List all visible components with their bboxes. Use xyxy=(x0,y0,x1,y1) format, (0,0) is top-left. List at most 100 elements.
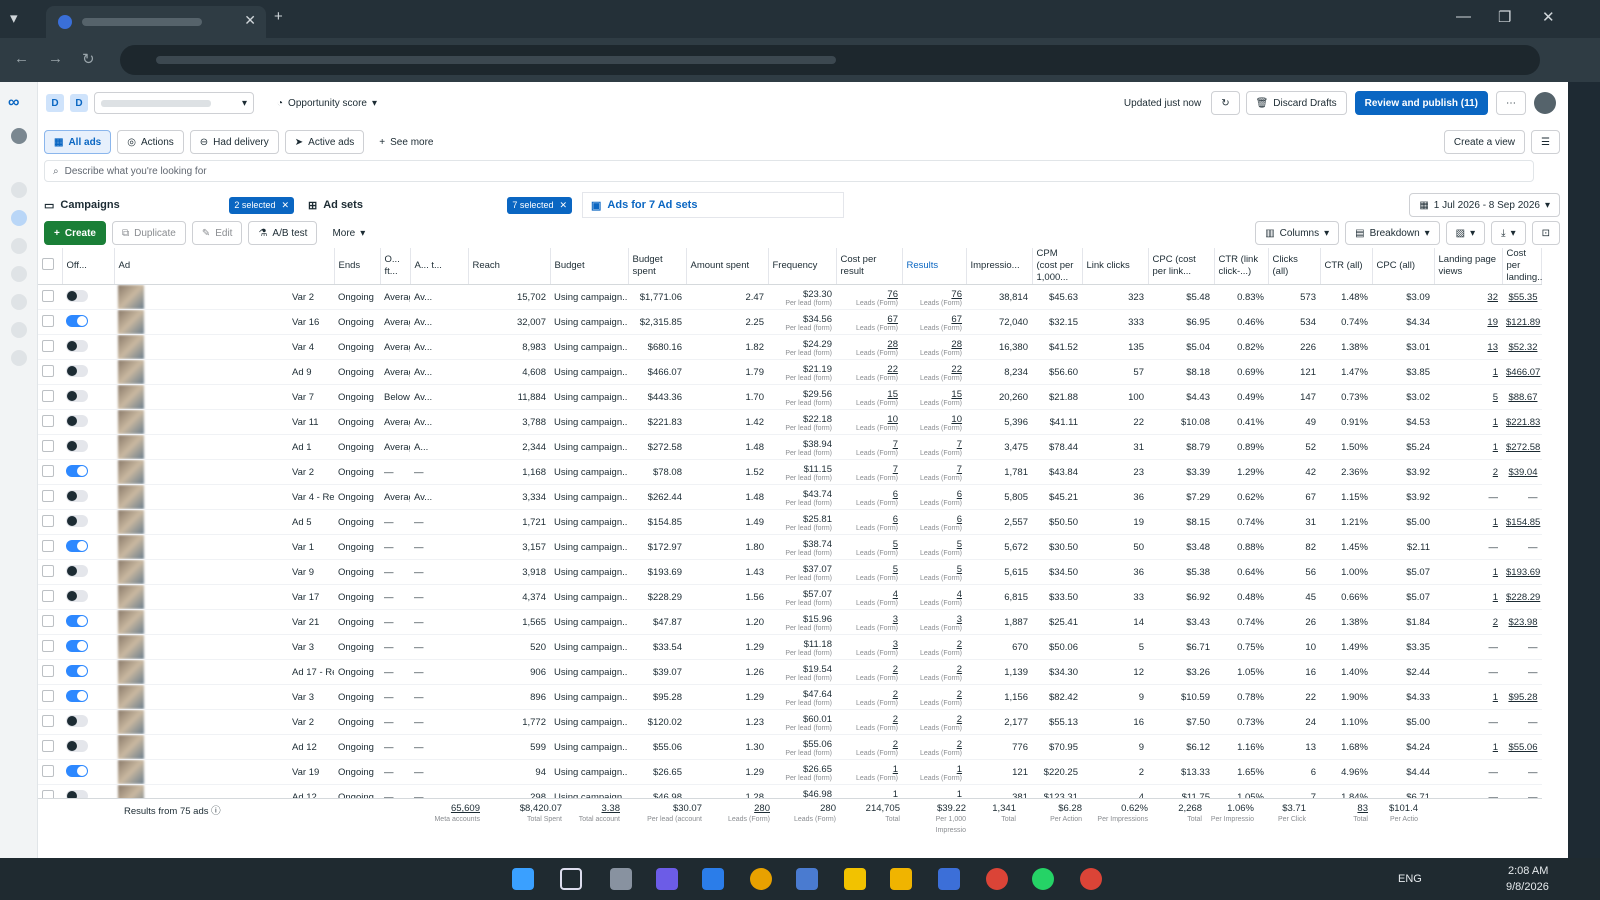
rail-item-icon[interactable] xyxy=(11,182,27,198)
app-icon[interactable] xyxy=(796,868,818,890)
column-header[interactable]: Cost per result xyxy=(836,248,903,285)
table-row[interactable]: Var 2 Ongoing Average Av... 15,702 Using camp… xyxy=(38,284,1542,310)
ad-name[interactable]: Ad 12 xyxy=(288,734,334,760)
ad-thumbnail[interactable] xyxy=(118,685,144,709)
notes-icon[interactable] xyxy=(844,868,866,890)
column-header[interactable]: Ad xyxy=(114,248,335,285)
rail-item-icon[interactable] xyxy=(11,238,27,254)
status-toggle[interactable] xyxy=(66,364,88,377)
account-badge-2[interactable]: D xyxy=(70,94,88,112)
discard-drafts-button[interactable]: 🗑 Discard Drafts xyxy=(1245,91,1347,115)
table-row[interactable]: Var 1 Ongoing — — 3,157 Using campaign... $172… xyxy=(38,534,1542,560)
reports-button[interactable]: ▧ ▾ xyxy=(1445,221,1486,245)
status-toggle[interactable] xyxy=(66,489,88,502)
tab-ads[interactable]: ▣ Ads for 7 Ad sets xyxy=(582,192,844,218)
thumbnail-cell[interactable] xyxy=(114,634,288,660)
whatsapp-icon[interactable] xyxy=(1032,868,1054,890)
row-checkbox[interactable] xyxy=(38,759,62,785)
checkbox[interactable] xyxy=(42,414,54,427)
tab-campaigns[interactable]: ▭ Campaigns 2 selected ✕ xyxy=(44,192,294,218)
checkbox[interactable] xyxy=(42,589,54,602)
thumbnail-cell[interactable] xyxy=(114,734,288,760)
refresh-button[interactable]: ↻ xyxy=(1211,91,1240,115)
maximize-icon[interactable]: ❐ xyxy=(1498,8,1511,26)
checkbox[interactable] xyxy=(42,664,54,677)
ad-name[interactable]: Ad 5 xyxy=(288,509,334,535)
checkbox[interactable] xyxy=(42,464,54,477)
rail-item-icon[interactable] xyxy=(11,294,27,310)
status-toggle[interactable] xyxy=(66,539,88,552)
row-checkbox[interactable] xyxy=(38,559,62,585)
copilot-icon[interactable] xyxy=(656,868,678,890)
row-checkbox[interactable] xyxy=(38,359,62,385)
table-row[interactable]: Var 4 - Relaunch Ongoing Average Av... 3,334… xyxy=(38,484,1542,510)
thumbnail-cell[interactable] xyxy=(114,309,288,335)
column-header[interactable]: Amount spent xyxy=(686,248,769,285)
table-row[interactable]: Ad 17 - Relaunch Ongoing — — 906 Using campai… xyxy=(38,659,1542,685)
table-row[interactable]: Var 3 Ongoing — — 896 Using campaign... $95.28… xyxy=(38,684,1542,710)
column-header[interactable]: CTR (all) xyxy=(1320,248,1373,285)
filter-had-delivery[interactable]: ⊖ Had delivery xyxy=(189,130,279,154)
notepad-icon[interactable] xyxy=(938,868,960,890)
row-checkbox[interactable] xyxy=(38,709,62,735)
ad-thumbnail[interactable] xyxy=(118,610,144,634)
close-window-icon[interactable]: ✕ xyxy=(1542,8,1555,26)
ad-thumbnail[interactable] xyxy=(118,660,144,684)
column-header[interactable]: CPC (all) xyxy=(1372,248,1435,285)
store-icon[interactable] xyxy=(702,868,724,890)
row-checkbox[interactable] xyxy=(38,659,62,685)
column-header[interactable]: CTR (link click-...) xyxy=(1214,248,1269,285)
ad-thumbnail[interactable] xyxy=(118,510,144,534)
ad-thumbnail[interactable] xyxy=(118,360,144,384)
edit-button[interactable]: ✎ Edit xyxy=(191,221,243,245)
status-toggle[interactable] xyxy=(66,514,88,527)
checkbox[interactable] xyxy=(42,289,54,302)
ab-test-button[interactable]: ⚗ A/B test xyxy=(248,221,318,245)
column-header[interactable]: Results xyxy=(902,248,967,285)
close-tab-icon[interactable]: ✕ xyxy=(244,12,256,29)
toggle-cell[interactable] xyxy=(62,659,114,685)
status-toggle[interactable] xyxy=(66,639,88,652)
column-header[interactable]: CPC (cost per link... xyxy=(1148,248,1215,285)
close-icon[interactable]: ✕ xyxy=(559,200,567,211)
thumbnail-cell[interactable] xyxy=(114,584,288,610)
toggle-cell[interactable] xyxy=(62,509,114,535)
status-toggle[interactable] xyxy=(66,689,88,702)
row-checkbox[interactable] xyxy=(38,609,62,635)
ad-thumbnail[interactable] xyxy=(118,310,144,334)
table-row[interactable]: Var 16 Ongoing Average Av... 32,007 Using cam… xyxy=(38,309,1542,335)
export-button[interactable]: ⤓ ▾ xyxy=(1491,221,1526,245)
ad-thumbnail[interactable] xyxy=(118,385,144,409)
toggle-cell[interactable] xyxy=(62,484,114,510)
row-checkbox[interactable] xyxy=(38,584,62,610)
row-checkbox[interactable] xyxy=(38,284,62,310)
ad-thumbnail[interactable] xyxy=(118,585,144,609)
view-settings-button[interactable]: ☰ xyxy=(1531,130,1560,154)
table-row[interactable]: Var 9 Ongoing — — 3,918 Using campaign... $193… xyxy=(38,559,1542,585)
thumbnail-cell[interactable] xyxy=(114,284,288,310)
row-checkbox[interactable] xyxy=(38,384,62,410)
checkbox[interactable] xyxy=(42,364,54,377)
row-checkbox[interactable] xyxy=(38,434,62,460)
status-toggle[interactable] xyxy=(66,589,88,602)
avatar[interactable] xyxy=(11,128,27,144)
ad-thumbnail[interactable] xyxy=(118,535,144,559)
ad-name[interactable]: Var 9 xyxy=(288,559,334,585)
thumbnail-cell[interactable] xyxy=(114,434,288,460)
table-row[interactable]: Var 21 Ongoing — — 1,565 Using campaign... $47… xyxy=(38,609,1542,635)
checkbox[interactable] xyxy=(42,689,54,702)
thumbnail-cell[interactable] xyxy=(114,409,288,435)
breakdown-button[interactable]: ▤ Breakdown ▾ xyxy=(1345,221,1440,245)
ad-thumbnail[interactable] xyxy=(118,710,144,734)
toggle-cell[interactable] xyxy=(62,334,114,360)
toggle-cell[interactable] xyxy=(62,284,114,310)
forward-icon[interactable]: → xyxy=(48,50,63,67)
checkbox[interactable] xyxy=(42,514,54,527)
url-input[interactable] xyxy=(120,45,1540,75)
profile-avatar[interactable] xyxy=(1534,92,1556,114)
checkbox[interactable] xyxy=(42,489,54,502)
checkbox[interactable] xyxy=(42,539,54,552)
status-toggle[interactable] xyxy=(66,564,88,577)
row-checkbox[interactable] xyxy=(38,509,62,535)
toggle-cell[interactable] xyxy=(62,434,114,460)
